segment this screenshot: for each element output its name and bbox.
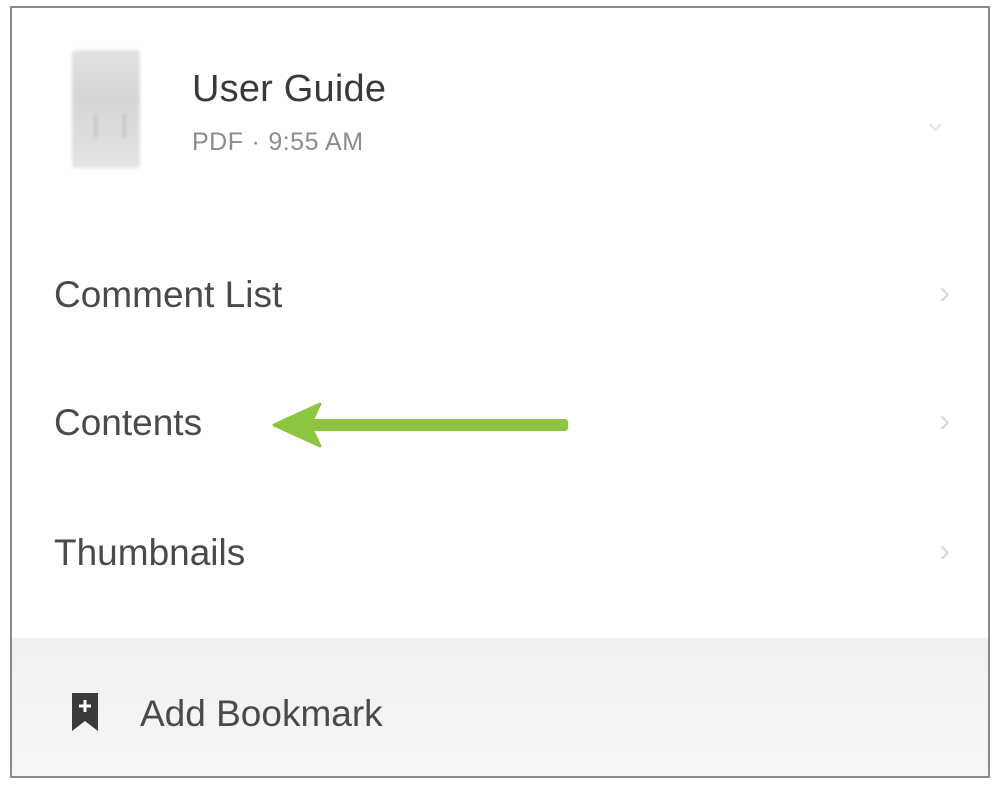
menu-item-label: Contents <box>54 402 203 443</box>
add-bookmark-button[interactable]: Add Bookmark <box>12 638 988 776</box>
document-meta: PDF · 9:55 AM <box>192 128 364 157</box>
menu-item-thumbnails[interactable]: Thumbnails › <box>12 488 988 618</box>
navigation-panel: User Guide PDF · 9:55 AM ⌄ Comment List › … <box>10 6 990 778</box>
document-type: PDF <box>192 128 244 156</box>
document-thumbnail <box>72 50 140 168</box>
menu-item-label: Comment List <box>54 274 283 315</box>
chevron-right-icon: › <box>939 532 950 568</box>
menu-item-label: Thumbnails <box>54 532 246 573</box>
bookmark-add-icon <box>72 693 98 731</box>
document-title: User Guide <box>192 68 387 110</box>
menu-item-comment-list[interactable]: Comment List › <box>12 230 988 360</box>
chevron-right-icon: › <box>939 402 950 438</box>
arrow-left-icon <box>272 402 568 448</box>
chevron-right-icon: › <box>939 274 950 310</box>
chevron-down-icon[interactable]: ⌄ <box>923 104 948 139</box>
document-header[interactable]: User Guide PDF · 9:55 AM ⌄ <box>12 8 988 213</box>
meta-separator: · <box>251 128 261 156</box>
document-time: 9:55 AM <box>268 128 364 156</box>
add-bookmark-label: Add Bookmark <box>140 693 383 734</box>
